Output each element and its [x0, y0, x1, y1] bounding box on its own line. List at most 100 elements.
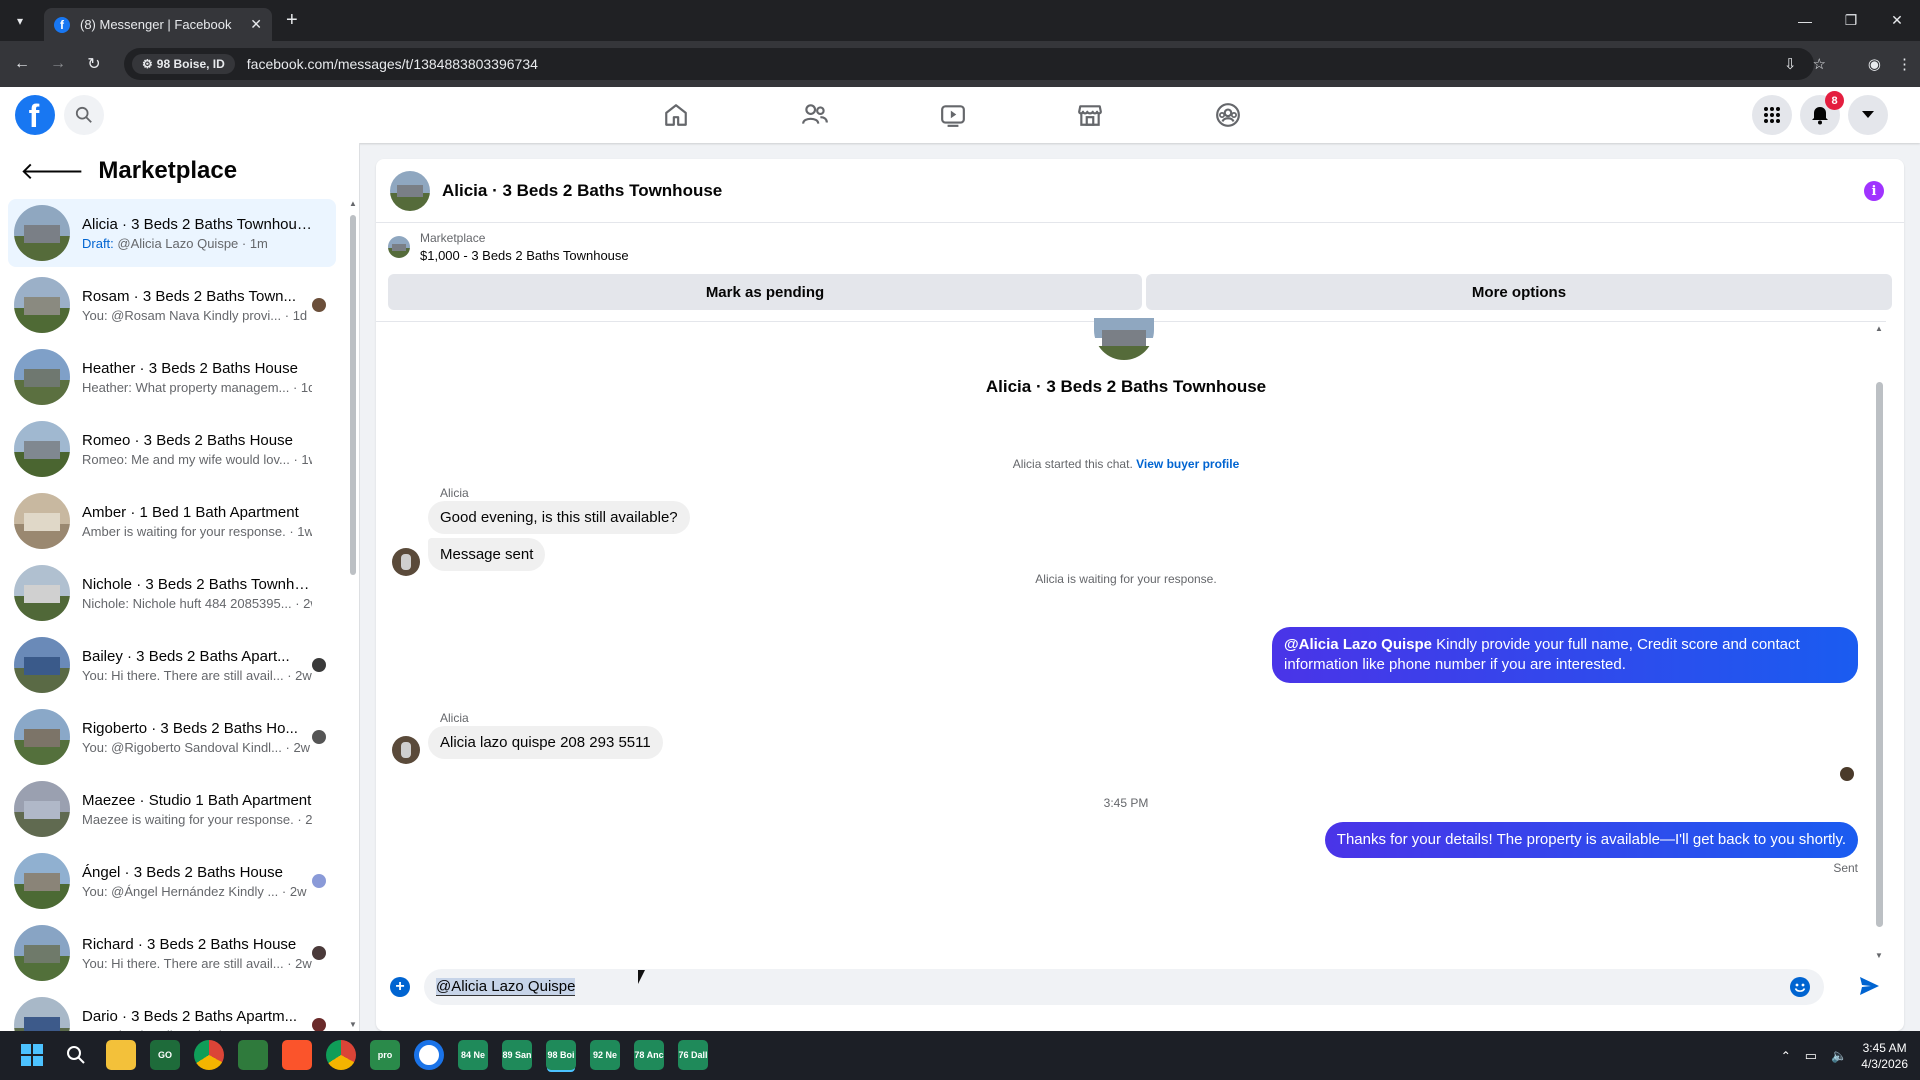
conversation-preview-text: Heather: What property managem... · 1d	[82, 379, 312, 395]
scroll-down-arrow-icon[interactable]: ▼	[349, 1020, 357, 1029]
chat-header-avatar[interactable]	[390, 170, 430, 211]
groups-icon[interactable]	[1208, 95, 1248, 135]
thread-scrollbar[interactable]: ▲ ▼	[1872, 322, 1886, 962]
search-icon[interactable]	[64, 95, 104, 135]
facebook-logo-icon[interactable]: f	[15, 95, 55, 135]
tray-overflow-icon[interactable]: ⌃	[1781, 1049, 1791, 1063]
conversation-name: Rosam · 3 Beds 2 Baths Town...	[82, 287, 296, 305]
conversation-item[interactable]: Rigoberto · 3 Beds 2 Baths Ho... You: @Ri…	[8, 703, 336, 771]
mention-tag[interactable]: @Alicia Lazo Quispe	[1284, 636, 1432, 653]
taskbar-app-tile[interactable]: 78 Anc	[634, 1040, 664, 1070]
conversation-item[interactable]: Ángel · 3 Beds 2 Baths House You: @Ángel …	[8, 847, 336, 915]
clock[interactable]: 3:45 AM 4/3/2026	[1861, 1040, 1908, 1072]
taskbar-search-icon[interactable]	[61, 1040, 91, 1070]
brave-icon[interactable]	[282, 1040, 312, 1070]
conversation-item[interactable]: Heather · 3 Beds 2 Baths House Heather: W…	[8, 343, 336, 411]
conversation-item[interactable]: Amber · 1 Bed 1 Bath Apartment Amber is w…	[8, 487, 336, 555]
read-receipt-avatar	[312, 874, 326, 888]
account-menu-chevron-icon[interactable]	[1848, 95, 1888, 135]
address-bar[interactable]: ⚙ 98 Boise, ID facebook.com/messages/t/13…	[124, 48, 1814, 80]
new-tab-icon[interactable]: +	[286, 9, 298, 32]
close-window-icon[interactable]: ✕	[1874, 0, 1920, 41]
incoming-message[interactable]: Message sent	[428, 538, 546, 571]
more-options-button[interactable]: More options	[1146, 274, 1892, 310]
marketplace-icon[interactable]	[1070, 95, 1110, 135]
sidebar-scrollbar[interactable]: ▲ ▼	[349, 199, 357, 1029]
add-attachment-icon[interactable]: +	[390, 977, 410, 997]
video-icon[interactable]	[933, 95, 973, 135]
reload-icon[interactable]: ↻	[76, 46, 112, 82]
conversation-preview: You: Hi there. There are still avail... …	[82, 668, 312, 683]
app-icon[interactable]: pro	[370, 1040, 400, 1070]
conversation-item[interactable]: Richard · 3 Beds 2 Baths House You: Hi th…	[8, 919, 336, 987]
app-icon[interactable]	[414, 1040, 444, 1070]
install-app-icon[interactable]: ⇩	[1784, 55, 1797, 73]
scroll-down-arrow-icon[interactable]: ▼	[1875, 951, 1883, 960]
spreadsheet-icon[interactable]	[238, 1040, 268, 1070]
conversation-item[interactable]: Rosam · 3 Beds 2 Baths Town... You: @Rosa…	[8, 271, 336, 339]
facebook-top-nav: f 8	[0, 87, 1920, 143]
app-icon[interactable]: GO	[150, 1040, 180, 1070]
scroll-up-arrow-icon[interactable]: ▲	[349, 199, 357, 208]
forward-icon[interactable]: →	[40, 46, 76, 82]
conversation-name: Romeo · 3 Beds 2 Baths House	[82, 431, 293, 449]
send-icon[interactable]	[1858, 975, 1880, 1002]
conversation-info-icon[interactable]: i	[1864, 181, 1884, 201]
taskbar-app-tile[interactable]: 92 Ne	[590, 1040, 620, 1070]
taskbar-app-tile[interactable]: 76 Dall	[678, 1040, 708, 1070]
thread-scroll-thumb[interactable]	[1876, 382, 1883, 927]
sender-name: Alicia	[440, 711, 469, 725]
listing-thumbnail	[388, 236, 410, 258]
incoming-message[interactable]: Alicia lazo quispe 208 293 5511	[428, 726, 663, 759]
volume-icon[interactable]: 🔈	[1831, 1048, 1847, 1064]
taskbar-app-tile[interactable]: 84 Ne	[458, 1040, 488, 1070]
menu-grid-icon[interactable]	[1752, 95, 1792, 135]
listing-text: Marketplace $1,000 - 3 Beds 2 Baths Town…	[420, 231, 629, 263]
outgoing-message[interactable]: @Alicia Lazo Quispe Kindly provide your …	[1272, 627, 1858, 683]
browser-menu-icon[interactable]: ⋮	[1897, 55, 1912, 73]
conversation-item[interactable]: Nichole · 3 Beds 2 Baths Townho... Nichol…	[8, 559, 336, 627]
message-input[interactable]: @Alicia Lazo Quispe	[424, 969, 1824, 1005]
chrome-profile-icon[interactable]	[326, 1040, 356, 1070]
mark-pending-button[interactable]: Mark as pending	[388, 274, 1142, 310]
sidebar-scroll-thumb[interactable]	[350, 215, 356, 575]
taskbar-app-tile[interactable]: 89 San	[502, 1040, 532, 1070]
home-icon[interactable]	[656, 95, 696, 135]
chrome-icon[interactable]	[194, 1040, 224, 1070]
restore-icon[interactable]: ❐	[1828, 0, 1874, 41]
conversation-item[interactable]: Romeo · 3 Beds 2 Baths House Romeo: Me an…	[8, 415, 336, 483]
tab-search-chevron-icon[interactable]: ▾	[6, 7, 34, 35]
friends-icon[interactable]	[795, 95, 835, 135]
browser-tab[interactable]: f (8) Messenger | Facebook ✕	[44, 8, 272, 41]
tab-close-icon[interactable]: ✕	[250, 16, 262, 33]
chat-title[interactable]: Alicia · 3 Beds 2 Baths Townhouse	[442, 181, 722, 201]
profile-icon[interactable]: ◉	[1868, 55, 1881, 73]
conversation-item[interactable]: Dario · 3 Beds 2 Baths Apartm...You: Tha…	[8, 991, 336, 1031]
location-chip[interactable]: ⚙ 98 Boise, ID	[132, 54, 235, 74]
notifications-bell-icon[interactable]: 8	[1800, 91, 1844, 135]
emoji-icon[interactable]	[1790, 977, 1810, 997]
back-arrow-icon[interactable]: 🡐	[20, 156, 84, 186]
conversation-item[interactable]: Alicia · 3 Beds 2 Baths Townhouse Draft: …	[8, 199, 336, 267]
file-explorer-icon[interactable]	[106, 1040, 136, 1070]
view-buyer-profile-link[interactable]: View buyer profile	[1136, 457, 1239, 471]
listing-banner[interactable]: Marketplace $1,000 - 3 Beds 2 Baths Town…	[388, 231, 629, 263]
conversation-preview-text: Romeo: Me and my wife would lov... · 1w	[82, 451, 312, 467]
conversation-item[interactable]: Bailey · 3 Beds 2 Baths Apart... You: Hi …	[8, 631, 336, 699]
back-icon[interactable]: ←	[4, 46, 40, 82]
windows-start-icon[interactable]	[17, 1040, 47, 1070]
sender-avatar[interactable]	[392, 736, 420, 764]
listing-label: Marketplace	[420, 231, 486, 245]
message-thread: Alicia · 3 Beds 2 Baths Townhouse Alicia…	[376, 318, 1886, 962]
scroll-up-arrow-icon[interactable]: ▲	[1875, 324, 1883, 333]
conversation-name: Nichole · 3 Beds 2 Baths Townho...	[82, 575, 312, 593]
conversation-item[interactable]: Maezee · Studio 1 Bath Apartment Maezee i…	[8, 775, 336, 843]
minimize-icon[interactable]: —	[1782, 0, 1828, 41]
taskbar-app-tile[interactable]: 98 Boi	[546, 1040, 576, 1070]
conversation-text: Romeo · 3 Beds 2 Baths House Romeo: Me an…	[82, 432, 312, 467]
network-icon[interactable]: ▭	[1805, 1048, 1817, 1064]
bookmark-star-icon[interactable]: ☆	[1812, 55, 1825, 73]
conversation-thumbnail	[14, 709, 70, 765]
outgoing-message[interactable]: Thanks for your details! The property is…	[1324, 822, 1858, 858]
incoming-message[interactable]: Good evening, is this still available?	[428, 501, 690, 534]
